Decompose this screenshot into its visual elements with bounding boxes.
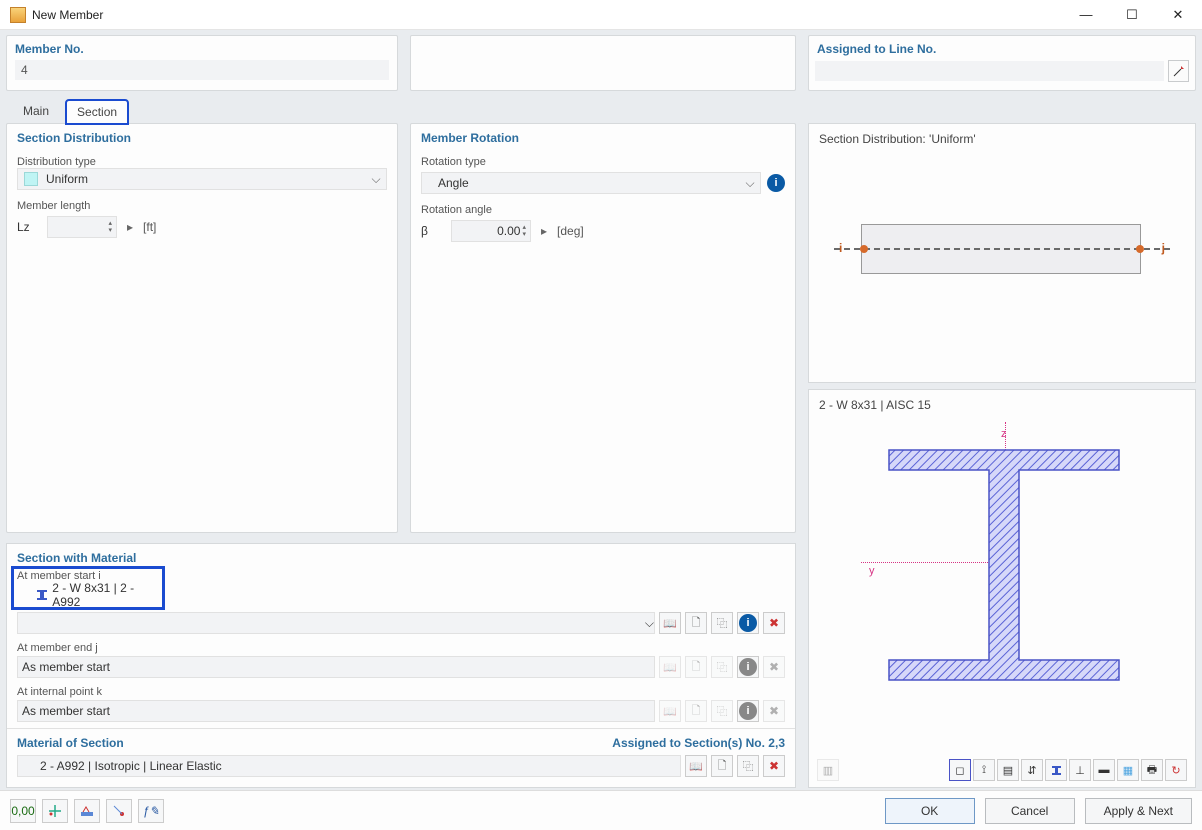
assigned-input[interactable] (815, 61, 1164, 81)
copy-button: ⿻ (711, 656, 733, 678)
assigned-label: Assigned to Line No. (809, 36, 1195, 60)
assigned-card: Assigned to Line No. (808, 35, 1196, 91)
view-tool-7[interactable]: ▬ (1093, 759, 1115, 781)
axis-line (834, 248, 1170, 250)
units-button[interactable]: 0,00 (10, 799, 36, 823)
new-button: 🗋 (685, 700, 707, 722)
view-tool-grid[interactable]: ▦ (1117, 759, 1139, 781)
lz-next[interactable]: ▸ (123, 220, 137, 234)
info-icon[interactable]: i (767, 174, 785, 192)
script-button[interactable]: ƒ✎ (138, 799, 164, 823)
beta-unit: [deg] (557, 224, 584, 238)
beta-label: β (421, 224, 445, 238)
rotation-angle-label: Rotation angle (421, 204, 785, 216)
lz-label: Lz (17, 220, 41, 234)
distribution-type-value: Uniform (44, 172, 366, 186)
copy-button: ⿻ (711, 700, 733, 722)
beta-input[interactable]: 0.00 ▴▾ (451, 220, 531, 242)
chevron-down-icon: ⌵ (366, 172, 386, 187)
chevron-down-icon: ⌵ (740, 176, 760, 191)
member-no-card: Member No. (6, 35, 398, 91)
pick-line-button[interactable] (1168, 60, 1189, 82)
rotation-type-select[interactable]: Angle ⌵ (421, 172, 761, 194)
library-button: 📖 (659, 700, 681, 722)
refresh-button[interactable]: ↻ (1165, 759, 1187, 781)
tab-section[interactable]: Section (66, 100, 128, 124)
view-tool-6[interactable]: ⊥ (1069, 759, 1091, 781)
view-tool-3[interactable]: ▤ (997, 759, 1019, 781)
lz-unit: [ft] (143, 220, 156, 234)
delete-button: ✖ (763, 656, 785, 678)
lz-input[interactable]: ▴▾ (47, 216, 117, 238)
distribution-preview: Section Distribution: 'Uniform' i j (808, 123, 1196, 383)
app-icon (10, 7, 26, 23)
material-value: 2 - A992 | Isotropic | Linear Elastic (40, 759, 222, 773)
distribution-swatch-icon (24, 172, 38, 186)
member-rotation-panel: Member Rotation Rotation type Angle ⌵ i … (410, 123, 796, 533)
titlebar: New Member — ☐ ✕ (0, 0, 1202, 30)
member-end-value: As member start (22, 660, 110, 674)
member-internal-value: As member start (22, 704, 110, 718)
material-of-section-header: Material of Section (17, 736, 124, 750)
tool-button-2[interactable] (42, 799, 68, 823)
footer: 0,00 ƒ✎ OK Cancel Apply & Next (0, 790, 1202, 830)
section-preview-title: 2 - W 8x31 | AISC 15 (809, 390, 1195, 420)
view-tool-2[interactable]: ⟟ (973, 759, 995, 781)
rotation-type-value: Angle (436, 176, 740, 190)
distribution-preview-title: Section Distribution: 'Uniform' (809, 124, 1195, 154)
view-button-1: ▥ (817, 759, 839, 781)
section-color-icon (21, 589, 32, 601)
member-no-label: Member No. (7, 36, 397, 60)
section-distribution-panel: Section Distribution Distribution type U… (6, 123, 398, 533)
view-tool-4[interactable]: ⇵ (1021, 759, 1043, 781)
i-label: i (839, 241, 842, 255)
beta-next[interactable]: ▸ (537, 224, 551, 238)
section-preview: 2 - W 8x31 | AISC 15 z y ▥ (808, 389, 1196, 788)
print-button[interactable]: 🖶 (1141, 759, 1163, 781)
tab-main[interactable]: Main (12, 99, 60, 123)
minimize-button[interactable]: — (1072, 4, 1100, 26)
blank-card (410, 35, 796, 91)
new-button: 🗋 (685, 656, 707, 678)
i-beam-icon (879, 440, 1129, 690)
tool-button-4[interactable] (106, 799, 132, 823)
close-button[interactable]: ✕ (1164, 4, 1192, 26)
maximize-button[interactable]: ☐ (1118, 4, 1146, 26)
library-button: 📖 (659, 656, 681, 678)
window-title: New Member (32, 8, 1072, 22)
cancel-button[interactable]: Cancel (985, 798, 1075, 824)
delete-button: ✖ (763, 700, 785, 722)
section-distribution-header: Section Distribution (7, 124, 397, 148)
beta-value: 0.00 (497, 224, 520, 238)
distribution-type-label: Distribution type (17, 156, 387, 168)
apply-next-button[interactable]: Apply & Next (1085, 798, 1192, 824)
member-start-value-box: 2 - W 8x31 | 2 - A992 (17, 584, 153, 606)
rotation-type-label: Rotation type (421, 156, 785, 168)
view-tool-5[interactable] (1045, 759, 1067, 781)
view-tool-1[interactable]: ◻ (949, 759, 971, 781)
y-axis-label: y (869, 565, 875, 577)
tool-button-3[interactable] (74, 799, 100, 823)
member-start-value: 2 - W 8x31 | 2 - A992 (52, 581, 153, 609)
j-label: j (1162, 241, 1165, 255)
distribution-type-select[interactable]: Uniform ⌵ (17, 168, 387, 190)
material-color-icon (22, 760, 34, 772)
member-rotation-header: Member Rotation (411, 124, 795, 148)
i-section-icon (36, 588, 49, 602)
member-no-input[interactable] (15, 60, 389, 80)
member-length-label: Member length (17, 200, 387, 212)
ok-button[interactable]: OK (885, 798, 975, 824)
tabs: Main Section (6, 95, 1196, 123)
